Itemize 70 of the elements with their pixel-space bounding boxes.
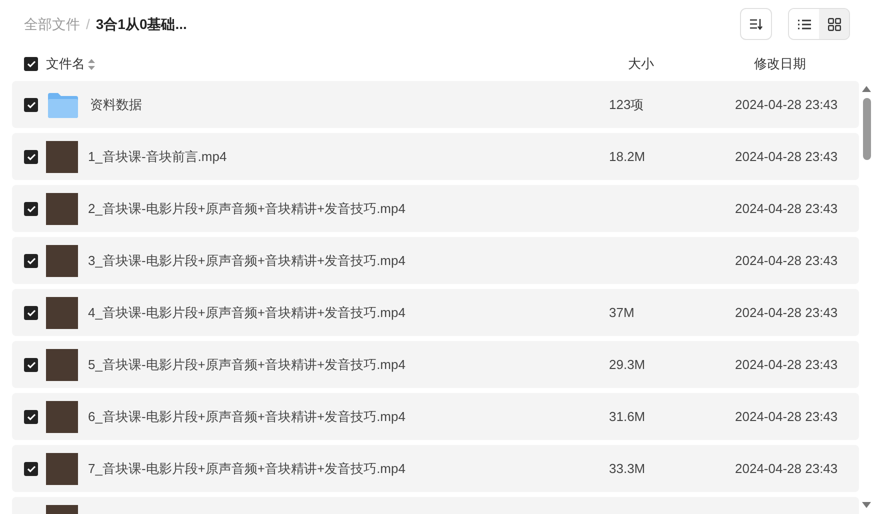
file-size: 37M: [609, 304, 636, 322]
row-checkbox[interactable]: [24, 358, 38, 372]
file-size: 18.2M: [609, 148, 646, 166]
file-row[interactable]: 5_音块课-电影片段+原声音频+音块精讲+发音技巧.mp4 29.3M 2024-04-28 23:43: [12, 341, 859, 388]
size-column-header: 大小: [628, 55, 655, 74]
file-size: 31.6M: [609, 408, 646, 426]
modified-date: 2024-04-28 23:43: [735, 356, 837, 374]
video-thumbnail: [46, 244, 78, 276]
modified-date: 2024-04-28 23:43: [735, 200, 837, 218]
video-thumbnail: [46, 140, 78, 172]
file-row[interactable]: 资料数据 123项 2024-04-28 23:43: [12, 81, 859, 128]
checkmark-icon: [26, 100, 36, 108]
row-checkbox[interactable]: [24, 202, 38, 216]
modified-date: 2024-04-28 23:43: [735, 304, 837, 322]
video-thumbnail: [46, 452, 78, 484]
file-row[interactable]: 2_音块课-电影片段+原声音频+音块精讲+发音技巧.mp4 2024-04-28 23:43: [12, 185, 859, 232]
breadcrumb-separator: /: [86, 14, 90, 34]
row-checkbox[interactable]: [24, 410, 38, 424]
sort-icon: [749, 18, 763, 30]
file-name: 3_音块课-电影片段+原声音频+音块精讲+发音技巧.mp4: [88, 252, 406, 270]
checkmark-icon: [26, 412, 36, 420]
list-icon: [798, 18, 810, 30]
file-name: 5_音块课-电影片段+原声音频+音块精讲+发音技巧.mp4: [88, 356, 406, 374]
modified-date: 2024-04-28 23:43: [735, 148, 837, 166]
scroll-up-icon[interactable]: [862, 86, 871, 92]
grid-view-button[interactable]: [819, 9, 849, 39]
modified-date: 2024-04-28 23:43: [735, 96, 837, 114]
video-thumbnail: [46, 348, 78, 380]
file-size: 29.3M: [609, 356, 646, 374]
video-thumbnail: [46, 192, 78, 224]
checkmark-icon: [26, 360, 36, 368]
row-checkbox[interactable]: [24, 98, 38, 112]
file-size: 123项: [609, 96, 645, 114]
checkmark-icon: [26, 60, 36, 68]
breadcrumb-item[interactable]: 3合1从0基础...: [96, 14, 187, 34]
modified-date: 2024-04-28 23:43: [735, 408, 837, 426]
file-name: 1_音块课-音块前言.mp4: [88, 148, 228, 166]
file-size: 33.3M: [609, 460, 646, 478]
sort-arrows-icon: [88, 58, 95, 70]
date-column-header: 修改日期: [754, 55, 807, 74]
file-row[interactable]: 7_音块课-电影片段+原声音频+音块精讲+发音技巧.mp4 33.3M 2024-04-28 23:43: [12, 445, 859, 492]
checkmark-icon: [26, 256, 36, 264]
grid-icon: [828, 18, 840, 30]
name-column-header[interactable]: 文件名: [46, 54, 85, 74]
file-row[interactable]: 1_音块课-音块前言.mp4 18.2M 2024-04-28 23:43: [12, 133, 859, 180]
file-row[interactable]: 4_音块课-电影片段+原声音频+音块精讲+发音技巧.mp4 37M 2024-04-28 23:43: [12, 289, 859, 336]
file-name: 4_音块课-电影片段+原声音频+音块精讲+发音技巧.mp4: [88, 304, 406, 322]
file-name: 6_音块课-电影片段+原声音频+音块精讲+发音技巧.mp4: [88, 408, 406, 426]
row-checkbox[interactable]: [24, 150, 38, 164]
checkmark-icon: [26, 152, 36, 160]
row-checkbox[interactable]: [24, 254, 38, 268]
scroll-down-icon[interactable]: [862, 502, 871, 508]
select-all-checkbox[interactable]: [24, 57, 38, 71]
modified-date: 2024-04-28 23:43: [735, 252, 837, 270]
file-name: 资料数据: [90, 96, 143, 114]
checkmark-icon: [26, 204, 36, 212]
folder-icon: [48, 92, 78, 118]
file-name: 2_音块课-电影片段+原声音频+音块精讲+发音技巧.mp4: [88, 200, 406, 218]
file-row[interactable]: 3_音块课-电影片段+原声音频+音块精讲+发音技巧.mp4 2024-04-28 23:43: [12, 237, 859, 284]
file-row[interactable]: 6_音块课-电影片段+原声音频+音块精讲+发音技巧.mp4 31.6M 2024-04-28 23:43: [12, 393, 859, 440]
row-checkbox[interactable]: [24, 306, 38, 320]
video-thumbnail: [46, 400, 78, 432]
row-checkbox[interactable]: [24, 462, 38, 476]
checkmark-icon: [26, 464, 36, 472]
sort-button[interactable]: [740, 8, 772, 40]
checkmark-icon: [26, 308, 36, 316]
modified-date: 2024-04-28 23:43: [735, 460, 837, 478]
video-thumbnail: [46, 296, 78, 328]
file-name: 7_音块课-电影片段+原声音频+音块精讲+发音技巧.mp4: [88, 460, 406, 478]
scrollbar-thumb[interactable]: [862, 98, 870, 160]
